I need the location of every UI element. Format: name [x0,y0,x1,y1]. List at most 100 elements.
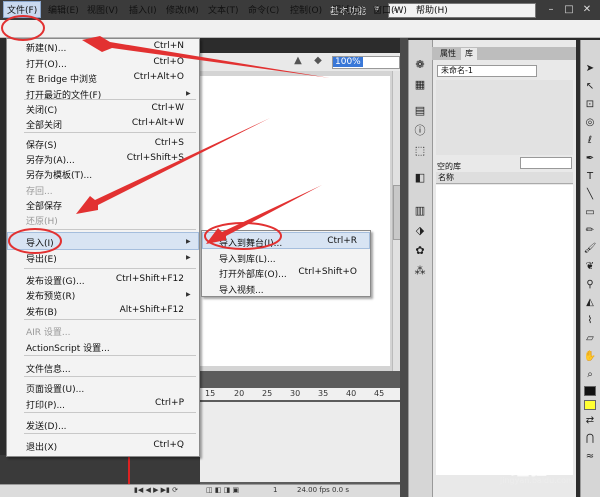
menu-item-send[interactable]: 发送(D)... [26,419,67,432]
hand-tool-icon[interactable]: ✋ [583,350,597,364]
menu-file[interactable]: 文件(F) [3,1,42,18]
pen-tool-icon[interactable]: ✒ [583,152,597,166]
menu-edit[interactable]: 编辑(E) [48,3,79,16]
paint-bucket-icon[interactable]: ◭ [583,296,597,310]
tab-library[interactable]: 库 [461,48,477,60]
submenu-arrow-icon: ▶ [186,291,191,298]
menu-item-print[interactable]: 打印(P)... [26,398,65,411]
maximize-button[interactable]: □ [560,2,578,17]
menu-item-close[interactable]: 关闭(C) [26,103,57,116]
menu-control[interactable]: 控制(O) [290,3,322,16]
playback-controls-icon[interactable]: ▮◀ ◀ ▶ ▶▮ ⟳ [134,486,178,494]
edit-symbol-icon[interactable]: ◆ [312,55,324,67]
fill-color-swatch[interactable] [584,400,596,410]
eyedropper-icon[interactable]: ⌇ [583,314,597,328]
menu-item-page-setup[interactable]: 页面设置(U)... [26,382,84,395]
color-icon[interactable]: ❁ [413,58,427,72]
menu-item-air-settings: AIR 设置... [26,328,71,338]
edit-scene-icon[interactable]: ▲ [292,55,304,67]
shortcut-print: Ctrl+P [155,398,184,408]
components-icon[interactable]: ◧ [413,171,427,185]
timeline-frames[interactable] [200,402,400,482]
shortcut-publish: Alt+Shift+F12 [119,305,184,315]
panel-divider[interactable] [400,38,408,497]
menu-commands[interactable]: 命令(C) [248,3,279,16]
menu-window[interactable]: 窗口(W) [373,3,407,16]
stage-canvas[interactable] [200,76,390,366]
menu-help[interactable]: 帮助(H) [416,3,448,16]
menu-item-publish-settings[interactable]: 发布设置(G)... [26,274,85,287]
frame-number: 20 [234,389,245,398]
frame-rate: 24.00 fps [297,486,330,494]
menu-item-file-info[interactable]: 文件信息... [26,362,71,375]
menu-debug[interactable]: 调试(D) [332,3,364,16]
menu-item-import[interactable]: 导入(I) [26,236,54,249]
menu-item-exit[interactable]: 退出(X) [26,440,57,453]
shortcut-save-as: Ctrl+Shift+S [126,153,184,163]
free-transform-icon[interactable]: ⊡ [583,98,597,112]
tab-properties[interactable]: 属性 [436,48,460,60]
subselection-tool-icon[interactable]: ↖ [583,80,597,94]
library-name-column[interactable]: 名称 [436,172,573,184]
menu-separator [24,132,196,133]
info-icon[interactable]: ⓘ [413,124,427,138]
zoom-tool-icon[interactable]: ⌕ [583,368,597,382]
menu-item-import-video[interactable]: 导入视频... [219,283,264,296]
menu-item-import-to-library[interactable]: 导入到库(L)... [219,252,276,265]
menu-insert[interactable]: 插入(I) [129,3,157,16]
3d-rotation-icon[interactable]: ◎ [583,116,597,130]
onion-skin-icon[interactable]: ◫ ◧ ◨ ▣ [206,486,239,494]
bone-tool-icon[interactable]: ⚲ [583,278,597,292]
library-icon[interactable]: ▥ [413,204,427,218]
project-icon[interactable]: ✿ [413,244,427,258]
swap-colors-icon[interactable]: ⇄ [583,414,597,428]
menu-text[interactable]: 文本(T) [208,3,239,16]
menu-item-save[interactable]: 保存(S) [26,138,57,151]
brush-tool-icon[interactable]: 🖌 [583,242,597,256]
menu-item-open[interactable]: 打开(O)... [26,57,67,70]
menu-item-open-external-library[interactable]: 打开外部库(O)... [219,267,287,280]
shortcut-exit: Ctrl+Q [153,440,184,450]
pencil-tool-icon[interactable]: ✏ [583,224,597,238]
menu-view[interactable]: 视图(V) [87,3,118,16]
lasso-tool-icon[interactable]: ℓ [583,134,597,148]
transform-icon[interactable]: ⬚ [413,144,427,158]
rectangle-tool-icon[interactable]: ▭ [583,206,597,220]
align-icon[interactable]: ▤ [413,104,427,118]
library-list[interactable] [436,185,573,475]
menu-modify[interactable]: 修改(M) [166,3,199,16]
motion-presets-icon[interactable]: ⬗ [413,224,427,238]
menu-item-actionscript-settings[interactable]: ActionScript 设置... [26,341,110,354]
shortcut-close: Ctrl+W [151,103,184,113]
menu-item-export[interactable]: 导出(E) [26,252,57,265]
close-button[interactable]: ✕ [578,2,596,17]
menu-separator [24,268,196,269]
menu-item-save-all[interactable]: 全部保存 [26,199,62,212]
menu-item-bridge[interactable]: 在 Bridge 中浏览 [26,72,97,85]
frame-number: 35 [318,389,329,398]
deco-tool-icon[interactable]: ❦ [583,260,597,274]
library-search-input[interactable] [520,157,572,169]
line-tool-icon[interactable]: ╲ [583,188,597,202]
menu-item-publish[interactable]: 发布(B) [26,305,57,318]
help-search-input[interactable]: ⌕ [388,3,536,18]
eraser-tool-icon[interactable]: ▱ [583,332,597,346]
minimize-button[interactable]: – [542,2,560,17]
menu-item-save-as[interactable]: 另存为(A)... [26,153,75,166]
menu-item-import-to-stage[interactable]: 导入到舞台(I)... [219,236,282,249]
zoom-select[interactable]: 100% [332,56,400,69]
stroke-color-swatch[interactable] [584,386,596,396]
components-inspector-icon[interactable]: ⁂ [413,264,427,278]
menu-item-save-template[interactable]: 另存为模板(T)... [26,168,92,181]
text-tool-icon[interactable]: T [583,170,597,184]
swatches-icon[interactable]: ▦ [413,78,427,92]
menu-separator [24,229,196,230]
menu-item-publish-preview[interactable]: 发布预览(R) [26,289,75,302]
menu-item-close-all[interactable]: 全部关闭 [26,118,62,131]
snap-icon[interactable]: ⋂ [583,432,597,446]
menu-item-new[interactable]: 新建(N)... [26,41,66,54]
document-select[interactable]: 未命名-1 [437,65,537,77]
smooth-icon[interactable]: ≈ [583,450,597,464]
selection-tool-icon[interactable]: ➤ [583,62,597,76]
frame-number: 30 [290,389,301,398]
